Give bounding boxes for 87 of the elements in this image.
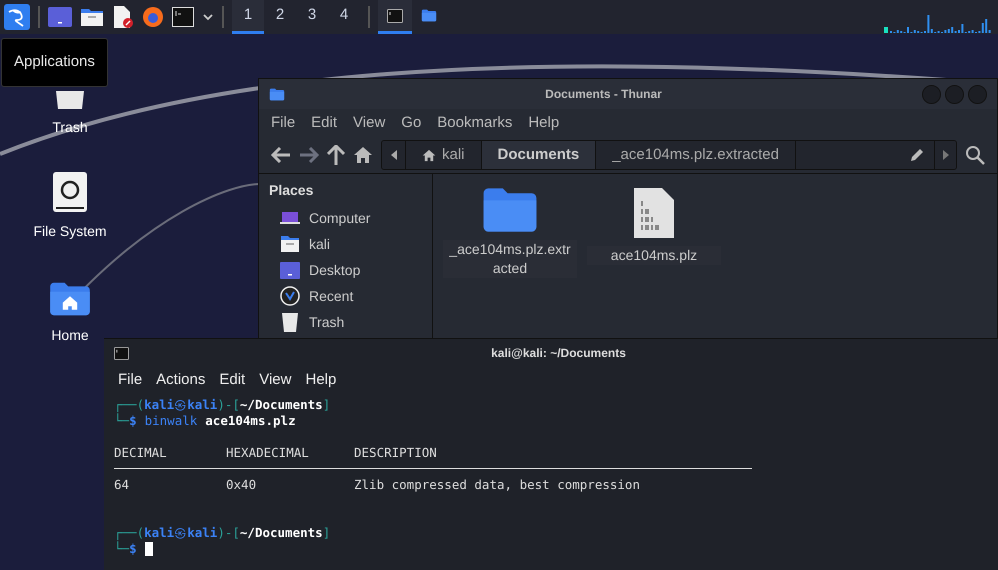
sidebar-heading: Places [269, 181, 314, 200]
binary-file-icon [632, 186, 676, 240]
menu-item[interactable]: Go [401, 112, 422, 134]
column-header: DECIMAL [114, 445, 168, 461]
workspace-button[interactable]: 1 [232, 0, 264, 34]
document-item[interactable]: ace104ms.plz [587, 186, 721, 265]
sidebar-item[interactable]: Desktop [269, 257, 422, 283]
drive-icon [52, 171, 88, 213]
column-header: DESCRIPTION [354, 445, 437, 461]
folder-item[interactable]: _ace104ms.plz.extracted [443, 186, 577, 278]
menu-item[interactable]: Bookmarks [437, 112, 512, 134]
window-title: Documents - Thunar [544, 86, 663, 103]
pencil-icon[interactable] [910, 148, 924, 162]
desktop-icon-label[interactable]: File System [33, 221, 107, 242]
tooltip: Applications [1, 38, 108, 86]
prompt-bracket: ] [322, 397, 330, 413]
command-argument: ace104ms.plz [205, 413, 296, 429]
command-text: binwalk [144, 413, 198, 429]
desktop-icon-label[interactable]: Home [51, 325, 89, 346]
prompt-dollar: $ [129, 541, 137, 557]
workspace-button[interactable]: 2 [264, 0, 296, 34]
prompt-user: kali [144, 525, 174, 541]
menu-item[interactable]: Edit [219, 368, 246, 392]
menu-item[interactable]: Help [528, 112, 560, 134]
menu-item[interactable]: File [118, 368, 142, 392]
back-arrow-icon[interactable] [271, 147, 291, 163]
prompt-host: kali [187, 397, 218, 413]
desktop-icon [280, 262, 300, 278]
menu-item[interactable]: Actions [156, 368, 206, 392]
home-icon [422, 148, 436, 162]
caret-left-icon [390, 150, 396, 160]
menu-item[interactable]: View [353, 112, 386, 134]
workspace-button[interactable]: 3 [296, 0, 328, 34]
path-segment[interactable]: _ace104ms.plz.extracted [596, 141, 796, 169]
sidebar-item[interactable]: kali [269, 231, 422, 257]
prompt-bracket: ] [322, 525, 330, 541]
prompt-bracket: ┌──( [114, 525, 144, 541]
window-button[interactable] [378, 0, 412, 34]
terminal-icon [114, 346, 129, 360]
prompt-dollar: $ [129, 413, 137, 429]
text-editor-icon[interactable] [112, 5, 134, 29]
folder-icon [269, 88, 285, 100]
menu-item[interactable]: View [259, 368, 292, 392]
output-cell: Zlib compressed data, best compression [354, 477, 640, 493]
output-cell-text: 64 [114, 477, 130, 493]
prompt-bracket: )-[ [217, 397, 240, 413]
terminal-icon [387, 8, 403, 22]
trash-icon [56, 91, 84, 109]
up-arrow-icon[interactable] [327, 145, 345, 165]
forward-arrow-icon[interactable] [299, 147, 319, 163]
workspace-button[interactable]: 4 [328, 0, 360, 34]
prompt-bracket: )-[ [217, 525, 240, 541]
prompt-corner: └─ [114, 413, 130, 429]
file-manager-icon[interactable] [80, 7, 104, 27]
chevron-down-icon[interactable] [202, 13, 214, 21]
laptop-icon [280, 211, 300, 225]
menu-item[interactable]: Edit [311, 112, 338, 134]
sidebar-item[interactable]: Computer [269, 205, 422, 231]
prompt-bracket: ┌──( [114, 397, 144, 413]
prompt-directory: ~/Documents [240, 397, 323, 413]
sidebar-item[interactable]: Recent [269, 283, 422, 309]
search-icon[interactable] [965, 145, 985, 165]
column-header: HEXADECIMAL [226, 445, 310, 461]
prompt-user: kali [144, 397, 174, 413]
trash-icon [281, 311, 299, 333]
menu-item[interactable]: File [271, 112, 296, 134]
folder-icon [421, 9, 437, 22]
home-icon[interactable] [353, 146, 373, 164]
menu-item[interactable]: Help [305, 368, 336, 392]
dragon-logo-icon[interactable] [4, 4, 30, 30]
home-folder-icon [48, 281, 92, 317]
clock-icon [280, 286, 300, 306]
desktop-icon-label[interactable]: Trash [52, 117, 88, 138]
prompt-directory: ~/Documents [240, 525, 323, 541]
browser-icon[interactable] [142, 6, 164, 28]
prompt-corner: └─ [114, 541, 130, 557]
caret-right-icon [942, 150, 948, 160]
prompt-at-symbol: ㉿ [174, 525, 188, 541]
sidebar-item[interactable]: Trash [269, 309, 422, 335]
terminal-icon[interactable] [172, 7, 194, 27]
path-segment[interactable]: Documents [482, 141, 596, 169]
home-folder-icon [280, 235, 300, 253]
output-cell-text: 0x40 [226, 477, 258, 493]
window-title: kali@kali: ~/Documents [490, 345, 627, 362]
prompt-host: kali [187, 525, 218, 541]
prompt-at-symbol: ㉿ [174, 397, 188, 413]
folder-icon [481, 186, 539, 234]
